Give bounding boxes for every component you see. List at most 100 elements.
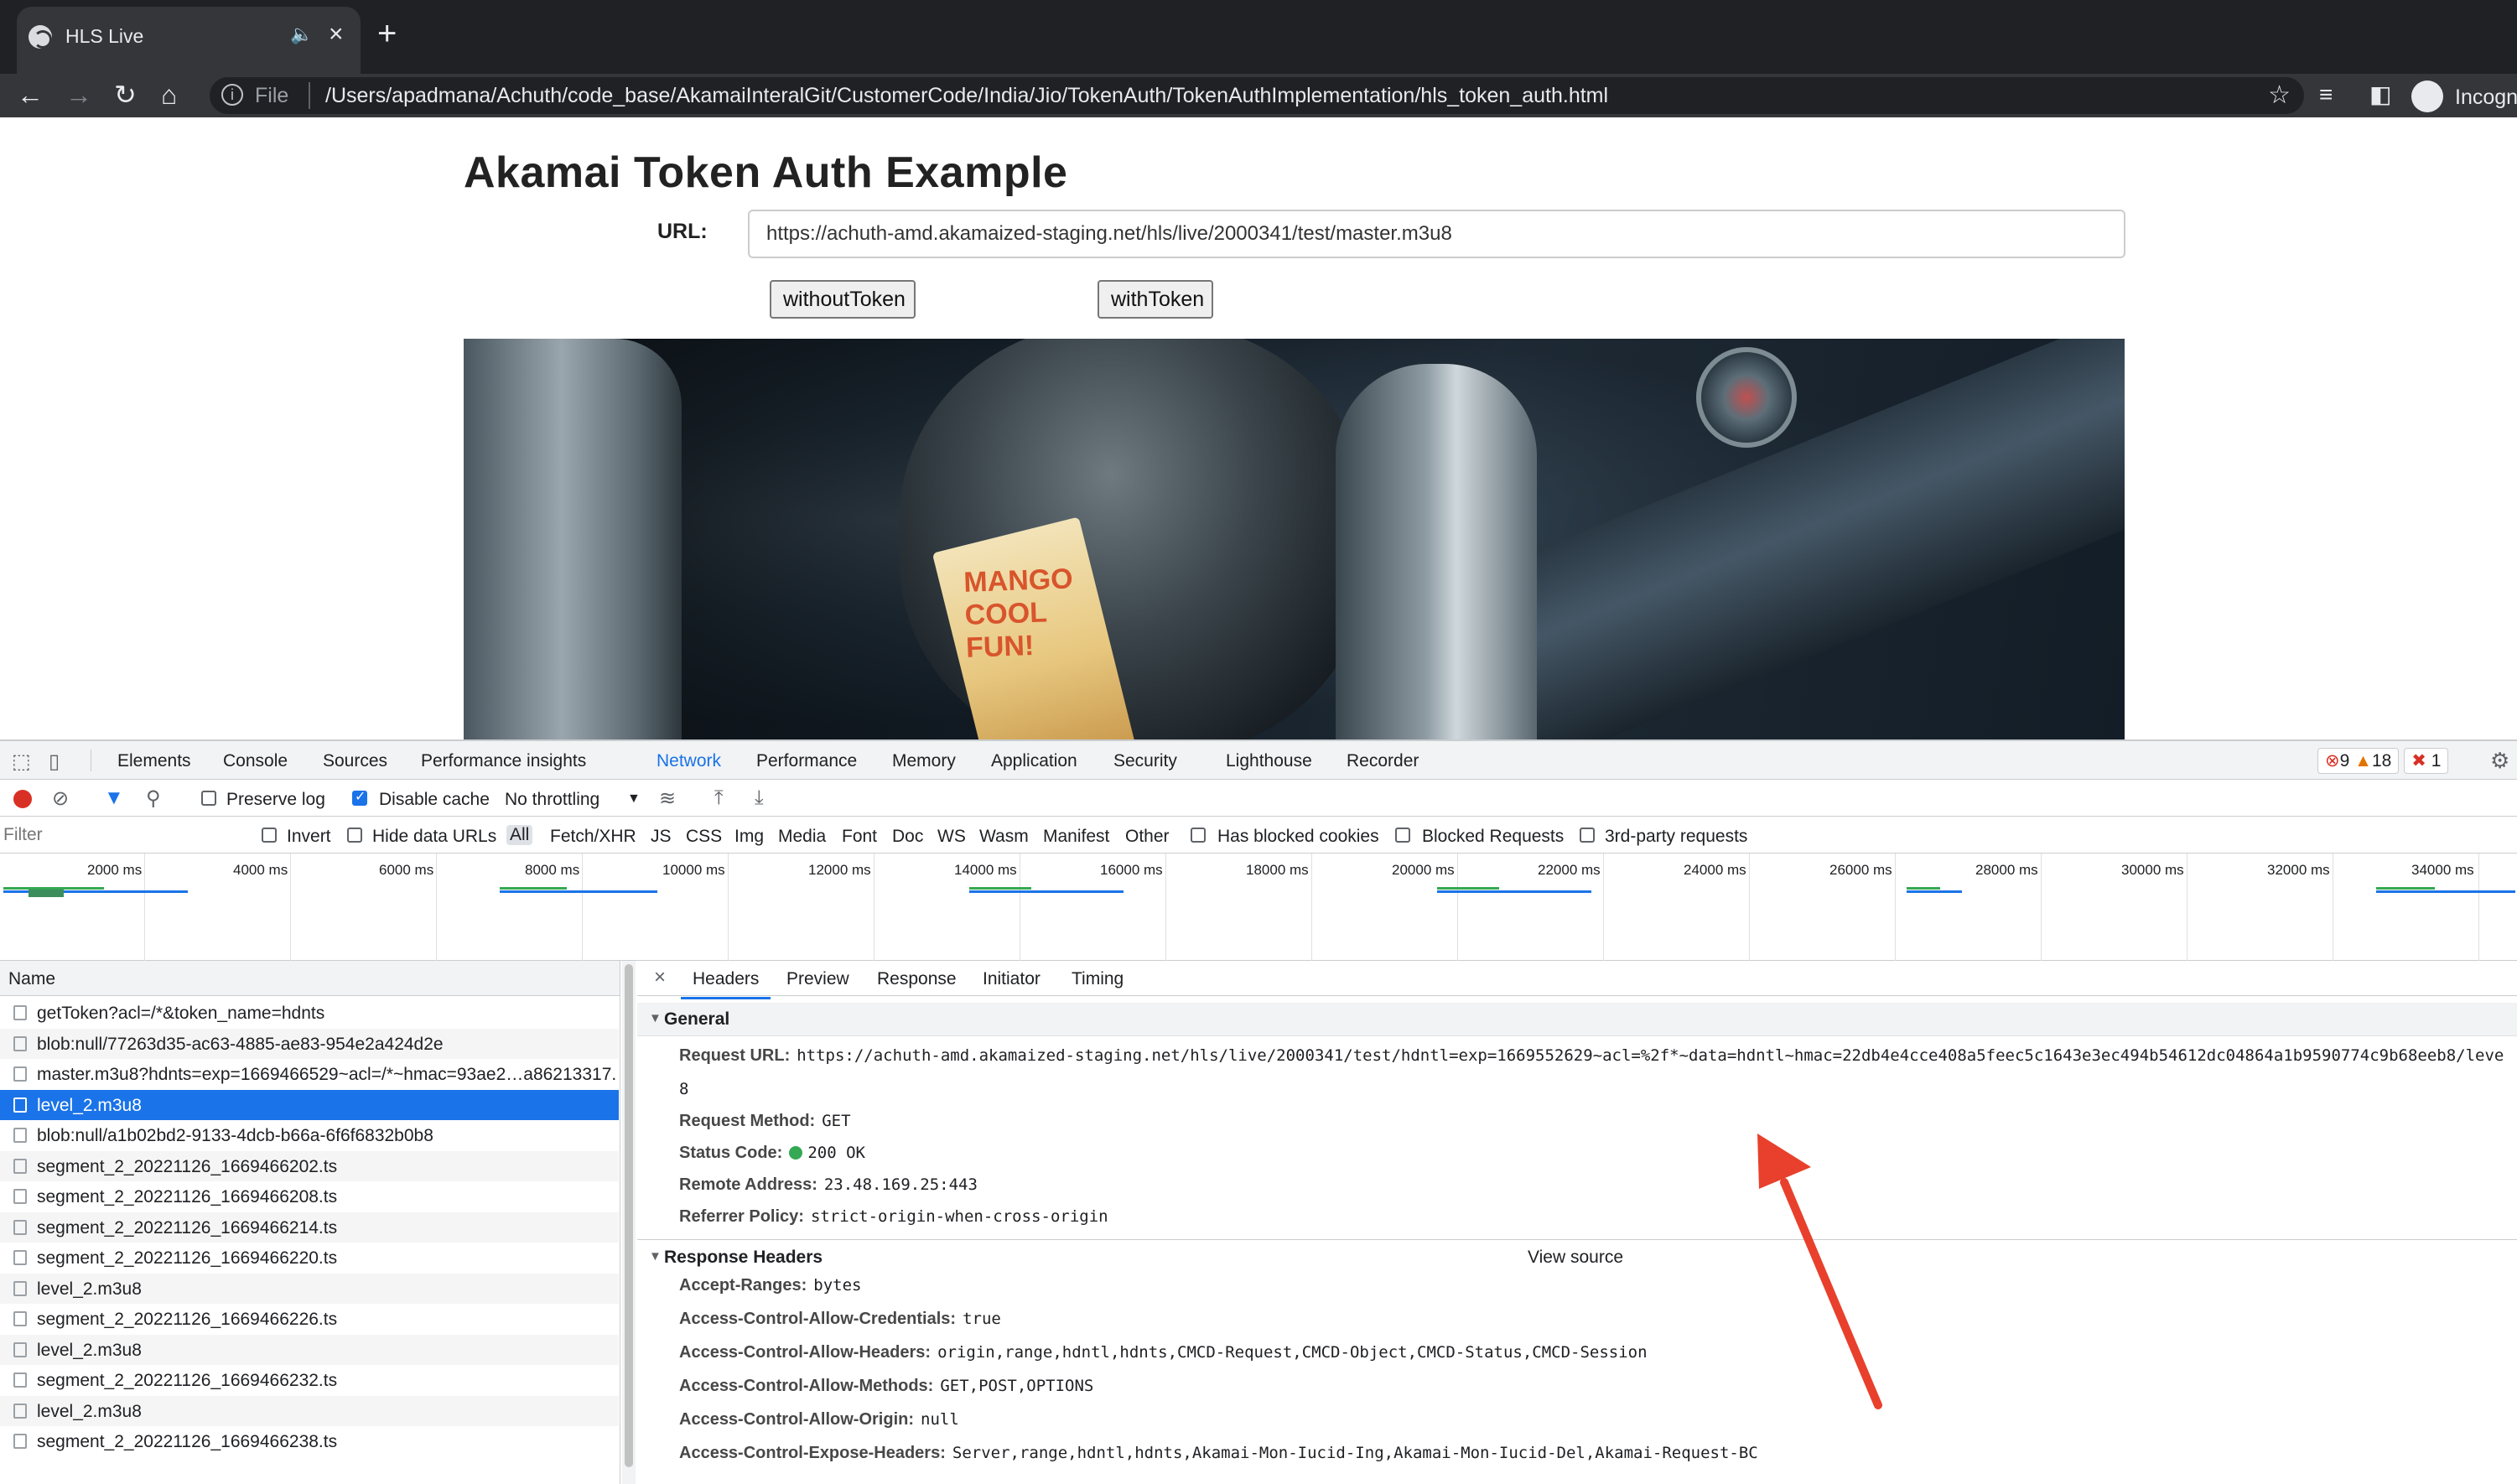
filter-type-manifest[interactable]: Manifest — [1043, 827, 1109, 847]
filter-type-font[interactable]: Font — [842, 827, 877, 847]
incognito-label[interactable]: Incogn — [2455, 86, 2517, 110]
reload-icon[interactable]: ↻ — [114, 77, 137, 112]
home-icon[interactable]: ⌂ — [161, 77, 177, 112]
filter-type-all[interactable]: All — [506, 825, 533, 845]
view-source-link[interactable]: View source — [1528, 1248, 1623, 1268]
filter-icon[interactable]: ▼ — [104, 786, 124, 810]
request-row[interactable]: segment_2_20221126_1669466226.ts — [0, 1304, 619, 1334]
close-detail-icon[interactable]: × — [654, 966, 666, 989]
request-list-scrollbar[interactable] — [622, 961, 636, 1484]
preserve-log-checkbox[interactable] — [201, 791, 216, 806]
request-row[interactable]: segment_2_20221126_1669466208.ts — [0, 1181, 619, 1212]
request-list-header[interactable]: Name — [0, 961, 620, 996]
request-row[interactable]: level_2.m3u8 — [0, 1273, 619, 1304]
search-icon[interactable]: ⚲ — [146, 786, 161, 811]
blocked-cookies-checkbox[interactable] — [1191, 828, 1206, 843]
tab-headers[interactable]: Headers — [680, 969, 771, 999]
filter-type-wasm[interactable]: Wasm — [979, 827, 1029, 847]
tab-response[interactable]: Response — [877, 969, 957, 989]
tab-console[interactable]: Console — [223, 751, 288, 771]
side-panel-icon[interactable]: ◧ — [2369, 77, 2391, 112]
request-row[interactable]: segment_2_20221126_1669466220.ts — [0, 1243, 619, 1273]
filter-type-ws[interactable]: WS — [937, 827, 966, 847]
third-party-checkbox[interactable] — [1580, 828, 1595, 843]
error-counter[interactable]: ⊗9 ▲18 — [2317, 748, 2400, 774]
response-headers-section-header[interactable]: ▼ Response Headers View source — [637, 1241, 2517, 1274]
info-icon[interactable]: i — [221, 84, 243, 106]
caret-down-icon: ▼ — [649, 1011, 662, 1025]
tab-initiator[interactable]: Initiator — [983, 969, 1041, 989]
filter-type-other[interactable]: Other — [1125, 827, 1170, 847]
filter-input[interactable] — [3, 823, 245, 847]
issue-counters[interactable]: ⊗9 ▲18 ✖ 1 — [2317, 748, 2453, 774]
request-row[interactable]: level_2.m3u8 — [0, 1334, 619, 1365]
import-har-icon[interactable]: ⤒ — [714, 786, 724, 810]
throttling-select[interactable]: No throttling — [505, 790, 599, 810]
general-section-header[interactable]: ▼ General — [637, 1003, 2517, 1036]
request-row[interactable]: blob:null/a1b02bd2-9133-4dcb-b66a-6f6f68… — [0, 1120, 619, 1150]
incognito-icon[interactable] — [2411, 80, 2443, 112]
with-token-button[interactable]: withToken — [1098, 280, 1213, 319]
url-input[interactable] — [748, 210, 2125, 258]
request-row[interactable]: segment_2_20221126_1669466238.ts — [0, 1426, 619, 1456]
tab-elements[interactable]: Elements — [117, 751, 191, 771]
new-tab-button[interactable]: + — [377, 17, 397, 50]
request-url-value[interactable]: https://achuth-amd.akamaized-staging.net… — [797, 1046, 2504, 1065]
request-row[interactable]: level_2.m3u8 — [0, 1089, 619, 1120]
tab-recorder[interactable]: Recorder — [1347, 751, 1419, 771]
browser-tab[interactable]: HLS Live 🔈 × — [17, 7, 361, 74]
tab-lighthouse[interactable]: Lighthouse — [1226, 751, 1312, 771]
tab-performance[interactable]: Performance — [756, 751, 857, 771]
filter-type-js[interactable]: JS — [651, 827, 672, 847]
export-har-icon[interactable]: ⤓ — [755, 786, 764, 810]
header-key: Access-Control-Allow-Credentials: — [679, 1310, 957, 1328]
tab-performance-insights[interactable]: Performance insights — [421, 751, 586, 771]
speaker-icon[interactable]: 🔈 — [290, 23, 313, 45]
request-row[interactable]: segment_2_20221126_1669466214.ts — [0, 1212, 619, 1243]
request-row[interactable]: segment_2_20221126_1669466232.ts — [0, 1365, 619, 1395]
filter-type-img[interactable]: Img — [734, 827, 764, 847]
media-queue-icon[interactable]: ≡ — [2319, 77, 2333, 112]
video-player[interactable]: MANGO COOL FUN! — [464, 339, 2125, 739]
address-url[interactable]: /Users/apadmana/Achuth/code_base/AkamaiI… — [325, 84, 1608, 108]
device-toolbar-icon[interactable]: ▯ — [49, 750, 60, 774]
request-row[interactable]: getToken?acl=/*&token_name=hdnts — [0, 998, 619, 1028]
request-row[interactable]: level_2.m3u8 — [0, 1395, 619, 1426]
settings-gear-icon[interactable]: ⚙ — [2490, 748, 2509, 774]
tab-sources[interactable]: Sources — [323, 751, 387, 771]
request-row[interactable]: blob:null/77263d35-ac63-4885-ae83-954e2a… — [0, 1028, 619, 1059]
clear-icon[interactable]: ⊘ — [52, 786, 69, 811]
tab-preview[interactable]: Preview — [786, 969, 849, 989]
hide-data-urls-checkbox[interactable] — [347, 828, 362, 843]
scrollbar-thumb[interactable] — [625, 964, 633, 1467]
back-arrow-icon[interactable]: ← — [17, 77, 44, 112]
without-token-button[interactable]: withoutToken — [770, 280, 916, 319]
filter-type-doc[interactable]: Doc — [892, 827, 923, 847]
record-icon[interactable] — [13, 790, 32, 808]
address-bar[interactable]: i File /Users/apadmana/Achuth/code_base/… — [210, 77, 2304, 114]
tab-security[interactable]: Security — [1113, 751, 1177, 771]
network-conditions-icon[interactable]: ≋ — [659, 786, 676, 811]
name-column-header[interactable]: Name — [8, 969, 55, 989]
tab-application[interactable]: Application — [991, 751, 1077, 771]
network-overview-timeline[interactable]: 2000 ms 4000 ms 6000 ms 8000 ms 10000 ms… — [0, 854, 2517, 961]
inspect-element-icon[interactable]: ⬚ — [12, 750, 31, 774]
tab-network[interactable]: Network — [651, 751, 727, 783]
filter-type-media[interactable]: Media — [778, 827, 826, 847]
request-name: getToken?acl=/*&token_name=hdnts — [37, 1004, 325, 1023]
close-tab-icon[interactable]: × — [329, 20, 344, 49]
filter-type-fetch-xhr[interactable]: Fetch/XHR — [550, 827, 636, 847]
blocked-requests-checkbox[interactable] — [1395, 828, 1410, 843]
chevron-down-icon[interactable]: ▼ — [627, 791, 641, 807]
tab-memory[interactable]: Memory — [892, 751, 956, 771]
tab-timing[interactable]: Timing — [1072, 969, 1124, 989]
bookmark-star-icon[interactable]: ☆ — [2268, 80, 2291, 110]
request-row[interactable]: segment_2_20221126_1669466202.ts — [0, 1150, 619, 1181]
disable-cache-checkbox[interactable] — [352, 788, 367, 806]
request-name: level_2.m3u8 — [37, 1279, 142, 1299]
forward-arrow-icon[interactable]: → — [65, 77, 92, 112]
filter-type-css[interactable]: CSS — [686, 827, 722, 847]
request-row[interactable]: master.m3u8?hdnts=exp=1669466529~acl=/*~… — [0, 1059, 619, 1089]
issues-counter[interactable]: ✖ 1 — [2404, 748, 2449, 774]
invert-checkbox[interactable] — [262, 828, 277, 843]
